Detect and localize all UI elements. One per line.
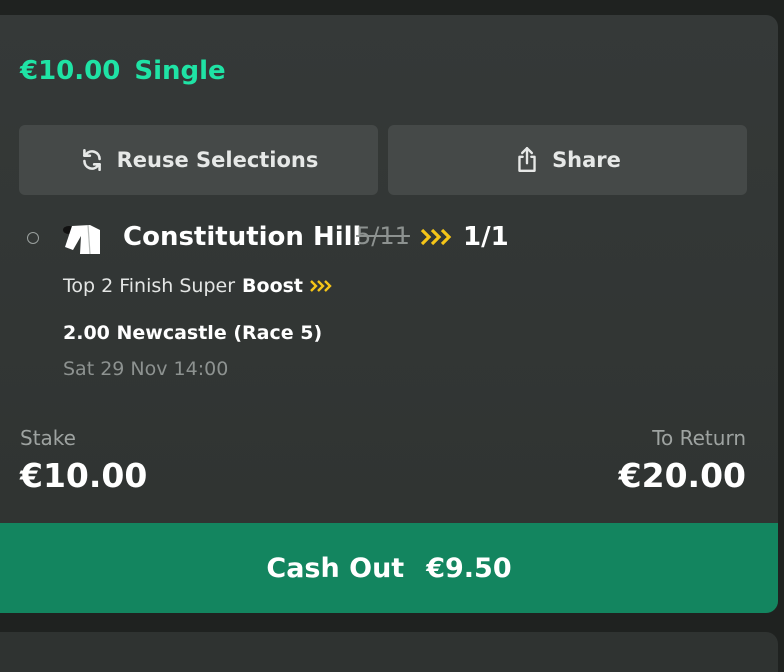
event-name: 2.00 Newcastle (Race 5) <box>63 322 323 344</box>
selection-name: Constitution Hill <box>123 222 362 252</box>
share-icon <box>518 146 536 172</box>
reuse-selections-button[interactable]: Reuse Selections <box>19 125 378 195</box>
boost-label: Boost <box>242 275 304 297</box>
bet-stake-header: €10.00 <box>20 56 121 86</box>
stake-value: €10.00 <box>20 456 148 495</box>
market-description: Top 2 Finish Super Boost <box>63 275 333 297</box>
share-button[interactable]: Share <box>388 125 747 195</box>
cash-out-button[interactable]: Cash Out €9.50 <box>0 523 778 613</box>
next-bet-card <box>0 632 778 672</box>
refresh-icon <box>82 148 101 172</box>
stake-label: Stake <box>20 426 76 450</box>
market-name: Top 2 Finish Super <box>63 275 236 297</box>
original-odds: 5/11 <box>356 222 410 250</box>
event-datetime: Sat 29 Nov 14:00 <box>63 358 229 380</box>
cash-out-label: Cash Out <box>266 552 405 584</box>
bet-type: Single <box>134 56 226 86</box>
jockey-silk-icon <box>63 224 100 255</box>
reuse-selections-label: Reuse Selections <box>116 148 319 172</box>
selection-status-icon <box>27 232 39 244</box>
boost-chevrons-icon <box>310 280 332 292</box>
share-label: Share <box>552 148 621 172</box>
odds-boost-chevrons-icon <box>420 228 452 246</box>
bet-header: €10.00 Single <box>20 56 226 86</box>
to-return-label: To Return <box>652 426 746 450</box>
boosted-odds: 1/1 <box>463 222 509 252</box>
to-return-value: €20.00 <box>618 456 746 495</box>
cash-out-value: €9.50 <box>426 552 512 584</box>
